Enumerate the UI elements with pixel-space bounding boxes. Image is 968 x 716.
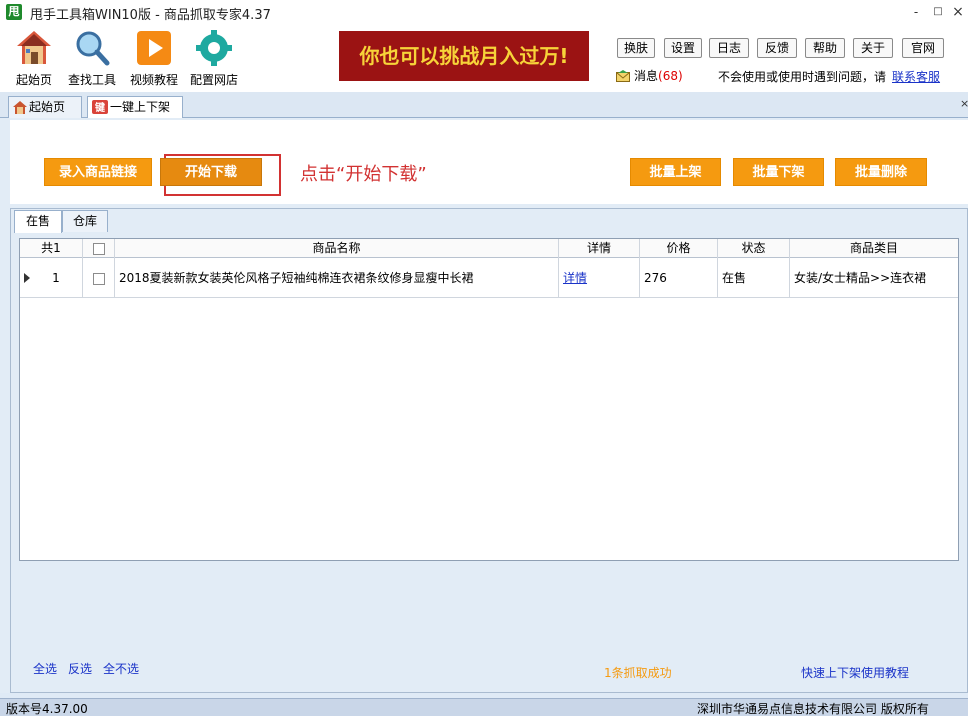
batch-delete-button[interactable]: 批量删除 xyxy=(835,158,927,186)
copyright-text: 深圳市华通易点信息技术有限公司 版权所有 xyxy=(697,702,929,716)
main-content: 录入商品链接 开始下载 点击“开始下载” 批量上架 批量下架 批量删除 在售 仓… xyxy=(0,118,968,693)
row-checkbox-cell[interactable] xyxy=(83,258,115,298)
promo-banner[interactable]: 你也可以挑战月入过万! xyxy=(339,31,589,81)
row-index: 1 xyxy=(30,258,83,298)
product-grid: 共1 商品名称 详情 价格 状态 商品类目 1 2018夏装新款女装英伦风格子短… xyxy=(19,238,959,561)
window-title: 甩手工具箱WIN10版 - 商品抓取专家4.37 xyxy=(30,8,271,23)
header-status[interactable]: 状态 xyxy=(718,239,790,258)
settings-button[interactable]: 设置 xyxy=(664,38,702,58)
header-detail[interactable]: 详情 xyxy=(559,239,640,258)
tab-warehouse[interactable]: 仓库 xyxy=(62,210,108,232)
row-detail-cell: 详情 xyxy=(559,258,640,298)
invert-selection-link[interactable]: 反选 xyxy=(68,660,92,677)
select-all-checkbox[interactable] xyxy=(92,242,105,255)
tab-close-icon[interactable]: × xyxy=(960,97,968,110)
maximize-button[interactable]: □ xyxy=(928,2,948,22)
tab-home[interactable]: 起始页 xyxy=(8,96,82,118)
grid-header: 共1 商品名称 详情 价格 状态 商品类目 xyxy=(20,239,958,258)
tool-home[interactable]: 起始页 xyxy=(4,28,64,88)
table-row[interactable]: 1 2018夏装新款女装英伦风格子短袖纯棉连衣裙条纹修身显瘦中长裙 详情 276… xyxy=(20,258,958,298)
row-checkbox[interactable] xyxy=(92,272,105,285)
tab-one-click-listing-label: 一键上下架 xyxy=(110,100,171,114)
row-category: 女装/女士精品>>连衣裙 xyxy=(794,271,927,285)
tool-search-label: 查找工具 xyxy=(67,73,116,87)
header-select-all[interactable] xyxy=(83,239,115,258)
select-none-link[interactable]: 全不选 xyxy=(103,660,139,677)
play-icon xyxy=(137,31,171,65)
help-prompt-text: 不会使用或使用时遇到问题，请 xyxy=(718,70,887,84)
header-product-name[interactable]: 商品名称 xyxy=(115,239,559,258)
skin-button[interactable]: 换肤 xyxy=(617,38,655,58)
home-icon xyxy=(13,101,27,114)
toolbar: 起始页 查找工具 视频教程 配置网店 你也可以挑战月入过万! 换肤 设置 日志 … xyxy=(0,24,968,92)
start-download-button[interactable]: 开始下载 xyxy=(160,158,262,186)
close-button[interactable]: × xyxy=(948,2,968,22)
row-status: 在售 xyxy=(718,258,790,298)
row-detail-link[interactable]: 详情 xyxy=(563,271,587,285)
tool-video[interactable]: 视频教程 xyxy=(124,28,184,88)
row-price: 276 xyxy=(640,258,718,298)
success-status: 1条抓取成功 xyxy=(604,666,672,680)
tab-home-label: 起始页 xyxy=(29,100,66,114)
tab-strip: 起始页 键 一键上下架 xyxy=(0,92,968,119)
header-count: 共1 xyxy=(20,239,83,258)
batch-delist-button[interactable]: 批量下架 xyxy=(733,158,824,186)
help-button[interactable]: 帮助 xyxy=(805,38,845,58)
tool-config[interactable]: 配置网店 xyxy=(184,28,244,88)
tool-video-label: 视频教程 xyxy=(129,73,178,87)
message-link[interactable]: 消息(68) xyxy=(634,67,683,84)
magnifier-icon xyxy=(76,31,110,66)
log-button[interactable]: 日志 xyxy=(709,38,749,58)
header-category[interactable]: 商品类目 xyxy=(790,239,958,258)
tool-config-label: 配置网店 xyxy=(189,73,238,87)
row-product-name: 2018夏装新款女装英伦风格子短袖纯棉连衣裙条纹修身显瘦中长裙 xyxy=(115,258,559,298)
minimize-button[interactable]: - xyxy=(906,2,926,22)
hint-text: 点击“开始下载” xyxy=(300,164,427,185)
about-button[interactable]: 关于 xyxy=(853,38,893,58)
tutorial-link[interactable]: 快速上下架使用教程 xyxy=(801,664,909,681)
status-bar: 版本号4.37.00 深圳市华通易点信息技术有限公司 版权所有 xyxy=(0,698,968,716)
app-icon: 键 xyxy=(92,100,108,114)
select-all-link[interactable]: 全选 xyxy=(33,660,57,677)
contact-support-link[interactable]: 联系客服 xyxy=(892,68,940,85)
row-selector-arrow-icon xyxy=(20,258,30,298)
version-text: 版本号4.37.00 xyxy=(6,702,88,716)
batch-list-button[interactable]: 批量上架 xyxy=(630,158,721,186)
title-bar: 甩 甩手工具箱WIN10版 - 商品抓取专家4.37 - □ × xyxy=(0,0,968,24)
import-link-button[interactable]: 录入商品链接 xyxy=(44,158,152,186)
app-logo-icon: 甩 xyxy=(6,4,22,20)
message-envelope-icon[interactable] xyxy=(616,70,630,82)
message-label: 消息 xyxy=(634,69,659,83)
action-panel: 录入商品链接 开始下载 点击“开始下载” 批量上架 批量下架 批量删除 xyxy=(10,120,968,204)
header-price[interactable]: 价格 xyxy=(640,239,718,258)
message-count: (68) xyxy=(658,69,683,83)
feedback-button[interactable]: 反馈 xyxy=(757,38,797,58)
gear-icon xyxy=(196,30,232,66)
website-button[interactable]: 官网 xyxy=(902,38,944,58)
tool-home-label: 起始页 xyxy=(15,73,52,87)
tab-one-click-listing[interactable]: 键 一键上下架 xyxy=(87,96,183,119)
tab-on-sale[interactable]: 在售 xyxy=(14,210,62,233)
product-panel: 在售 仓库 共1 商品名称 详情 价格 状态 商品类目 1 2018夏装新款女装… xyxy=(10,208,968,693)
home-icon xyxy=(17,31,51,64)
svg-text:键: 键 xyxy=(94,101,106,114)
tool-search[interactable]: 查找工具 xyxy=(62,28,122,88)
